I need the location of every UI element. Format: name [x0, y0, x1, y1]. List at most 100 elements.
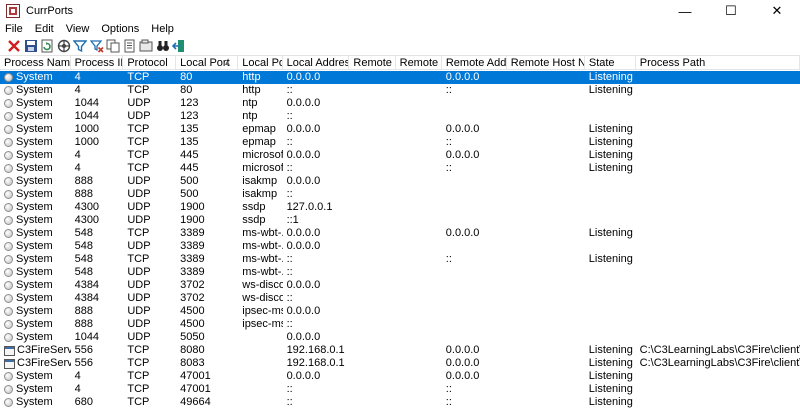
table-row[interactable]: System4TCP445microsof...0.0.0.00.0.0.0Li… — [0, 149, 800, 162]
window-title: CurrPorts — [26, 5, 74, 17]
table-row[interactable]: System 680 TCP 49664:::: Listening — [0, 396, 800, 409]
cell-local-port-name: ws-disco... — [242, 279, 283, 291]
menu-file[interactable]: File — [0, 22, 30, 36]
process-name-text: System — [16, 279, 53, 291]
properties-button[interactable] — [56, 38, 72, 54]
cell-process-path — [636, 188, 800, 201]
system-process-icon — [4, 86, 13, 95]
exit-button[interactable] — [171, 38, 187, 54]
cell-remote-port — [349, 136, 395, 149]
table-row[interactable]: System 888 UDP 500 isakmp 0.0.0.0 — [0, 175, 800, 188]
table-row[interactable]: System 548 TCP 3389 ms-wbt-... 0.0.0.0 0.0.0.0… — [0, 227, 800, 240]
cell-local-port: 3702 — [180, 279, 205, 291]
column-header-remote-port-name[interactable]: Remote ... — [396, 56, 442, 70]
column-header-protocol[interactable]: Protocol — [123, 56, 177, 70]
cell-local-address: :: — [286, 266, 293, 278]
cell-state: Listening — [588, 383, 633, 395]
table-row[interactable]: System 1044 UDP 5050 0.0.0.0 — [0, 331, 800, 344]
table-row[interactable]: System 888 UDP 4500 ipsec-msft 0.0.0.0 — [0, 305, 800, 318]
cell-remote-port — [349, 84, 395, 97]
menu-view[interactable]: View — [61, 22, 97, 36]
system-process-icon — [4, 255, 13, 264]
cell-process-id: 1000 — [74, 123, 100, 135]
cell-protocol: TCP — [127, 123, 150, 135]
cell-remote-port — [349, 201, 395, 214]
column-header-local-address[interactable]: Local Address — [283, 56, 350, 70]
cell-local-port: 47001 — [180, 370, 211, 382]
cell-local-port: 80 — [180, 84, 193, 96]
cell-remote-port — [349, 240, 395, 253]
cell-process-id: 888 — [74, 318, 93, 330]
column-header-remote-address[interactable]: Remote Address — [442, 56, 507, 70]
close-button[interactable]: ✕ — [754, 0, 800, 22]
cell-remote-host-name — [507, 344, 585, 357]
cell-remote-port — [349, 370, 395, 383]
cell-protocol: UDP — [127, 214, 151, 226]
table-row[interactable]: System 4 TCP 47001 0.0.0.0 0.0.0.0 Listening — [0, 370, 800, 383]
html-report-button[interactable] — [122, 38, 138, 54]
column-header-local-port-name[interactable]: Local Por... — [238, 56, 283, 70]
column-header-process-id[interactable]: Process ID — [71, 56, 124, 70]
cell-process-name: System — [0, 279, 71, 292]
table-row[interactable]: System 4300 UDP 1900 ssdp 127.0.0.1 — [0, 201, 800, 214]
menu-edit[interactable]: Edit — [30, 22, 61, 36]
cell-remote-port-name — [396, 253, 442, 266]
table-row[interactable]: System 4384 UDP 3702 ws-disco...0.0.0.0 — [0, 279, 800, 292]
html-report-icon — [124, 39, 134, 52]
table-row[interactable]: C3FireServer.exe556 TCP 8083 192.168.0.1 0.0… — [0, 357, 800, 370]
table-row[interactable]: System 888 UDP 500 isakmp:: — [0, 188, 800, 201]
close-connections-button[interactable] — [6, 38, 22, 54]
table-row[interactable]: System 888 UDP 4500 ipsec-msft:: — [0, 318, 800, 331]
system-process-icon — [4, 372, 13, 381]
remove-filter-button[interactable] — [89, 38, 105, 54]
table-row[interactable]: System 548 UDP 3389 ms-wbt-...:: — [0, 266, 800, 279]
cell-process-name: System — [0, 370, 71, 383]
column-header-process-path[interactable]: Process Path — [636, 56, 800, 70]
table-row[interactable]: System 1000 TCP 135 epmap 0.0.0.0 0.0.0.0 Liste… — [0, 123, 800, 136]
cell-remote-port-name — [396, 318, 442, 331]
minimize-button[interactable]: — — [662, 0, 708, 22]
table-row[interactable]: System 4 TCP 47001:::: Listening — [0, 383, 800, 396]
cell-protocol: TCP — [127, 357, 150, 369]
menu-help[interactable]: Help — [146, 22, 181, 36]
table-row[interactable]: System 4300 UDP 1900 ssdp::1 — [0, 214, 800, 227]
table-row[interactable]: System 4384 UDP 3702 ws-disco...:: — [0, 292, 800, 305]
cell-remote-port — [349, 162, 395, 175]
process-name-text: C3FireServer.exe — [17, 357, 71, 369]
cell-local-address: 192.168.0.1 — [286, 344, 345, 356]
cell-remote-port — [349, 383, 395, 396]
column-header-remote-port[interactable]: Remote ... — [349, 56, 396, 70]
cell-remote-address: :: — [445, 253, 452, 265]
filter-button[interactable] — [72, 38, 88, 54]
table-row[interactable]: System 1044 UDP 123 ntp 0.0.0.0 — [0, 97, 800, 110]
find-button[interactable] — [155, 38, 171, 54]
cell-remote-port-name — [396, 188, 442, 201]
column-header-local-port[interactable]: Local Port ▲ — [176, 56, 239, 70]
menu-options[interactable]: Options — [96, 22, 146, 36]
system-process-icon — [4, 190, 13, 199]
cell-remote-host-name — [507, 253, 585, 266]
cell-state — [585, 214, 636, 227]
table-row[interactable]: System 4 TCP 445 microsof...::::Listening — [0, 162, 800, 175]
column-header-remote-host-name[interactable]: Remote Host Name — [507, 56, 585, 70]
table-row[interactable]: System 1044 UDP 123 ntp:: — [0, 110, 800, 123]
table-row[interactable]: System 548 TCP 3389 ms-wbt-...::::Listening — [0, 253, 800, 266]
cell-remote-host-name — [507, 266, 585, 279]
table-row[interactable]: System 4 TCP 80 http 0.0.0.0 0.0.0.0 Listening — [0, 71, 800, 84]
save-button[interactable] — [23, 38, 39, 54]
table-row[interactable]: System 548 UDP 3389 ms-wbt-... 0.0.0.0 — [0, 240, 800, 253]
refresh-button[interactable] — [39, 38, 55, 54]
cell-remote-host-name — [507, 318, 585, 331]
cell-remote-port-name — [396, 240, 442, 253]
table-header: Process Name Process ID Protocol Local P… — [0, 56, 800, 70]
options-button[interactable] — [138, 38, 154, 54]
cell-process-path: C:\C3LearningLabs\C3Fire\client\jav — [639, 357, 800, 369]
table-row[interactable]: C3FireServer.exe556 TCP 8080 192.168.0.1 0.0… — [0, 344, 800, 357]
table-row[interactable]: System 1000 TCP 135 epmap:::: Listening — [0, 136, 800, 149]
maximize-button[interactable]: ☐ — [708, 0, 754, 22]
cell-remote-host-name — [507, 110, 585, 123]
column-header-state[interactable]: State — [585, 56, 636, 70]
copy-button[interactable] — [105, 38, 121, 54]
table-row[interactable]: System 4 TCP 80 http:::: Listening — [0, 84, 800, 97]
column-header-process-name[interactable]: Process Name — [0, 56, 71, 70]
